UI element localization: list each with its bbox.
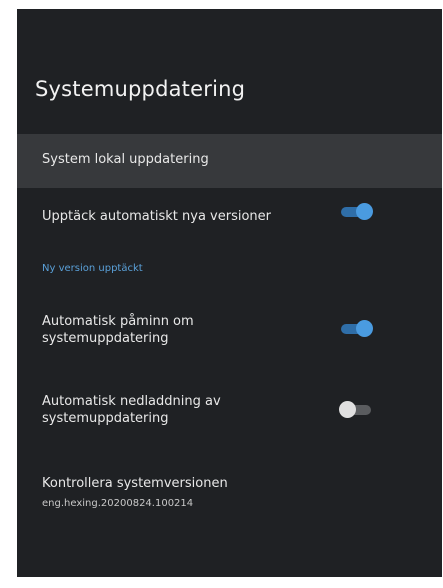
auto-download-toggle[interactable] [339,400,373,418]
auto-reminder-toggle[interactable] [339,319,373,337]
toggle-knob [339,401,356,418]
version-value: eng.hexing.20200824.100214 [42,498,194,509]
local-update-label: System lokal uppdatering [42,152,209,167]
auto-detect-label: Upptäck automatiskt nya versioner [42,209,272,224]
check-version-label: Kontrollera systemversionen [42,476,228,491]
auto-download-item[interactable]: Automatisk nedladdning av systemuppdater… [17,384,442,442]
check-version-item[interactable]: Kontrollera systemversionen eng.hexing.2… [17,467,442,527]
auto-reminder-item[interactable]: Automatisk påminn om systemuppdatering [17,304,442,362]
auto-download-label: Automatisk nedladdning av systemuppdater… [42,394,221,426]
settings-screen: Systemuppdatering System lokal uppdateri… [17,9,442,577]
toggle-knob [356,203,373,220]
new-version-notice[interactable]: Ny version upptäckt [42,263,143,274]
toggle-knob [356,320,373,337]
auto-detect-item[interactable]: Upptäck automatiskt nya versioner [17,192,442,250]
page-title: Systemuppdatering [35,77,246,101]
local-update-item[interactable]: System lokal uppdatering [17,134,442,188]
auto-reminder-label: Automatisk påminn om systemuppdatering [42,314,194,346]
auto-detect-toggle[interactable] [339,202,373,220]
